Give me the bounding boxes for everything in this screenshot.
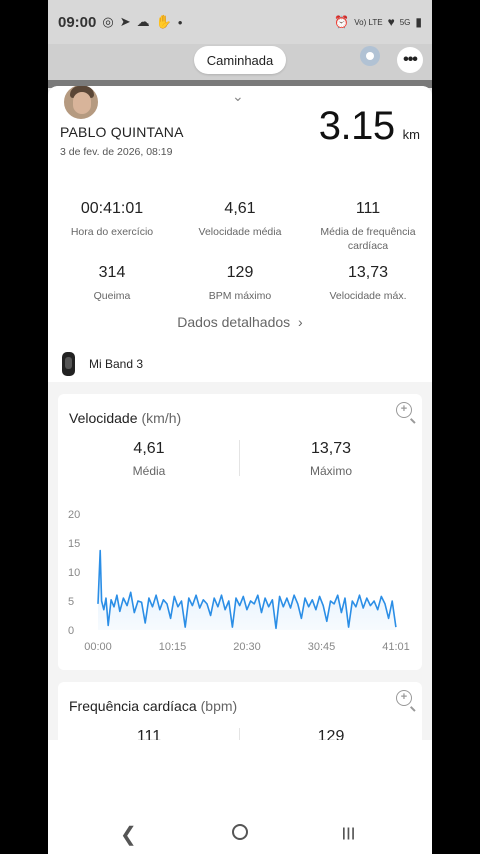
phone-screen: 09:00 ◎ ➤ ☁ ✋ • ⏰ Vo) LTE ♥ 5G ▮ Caminha… — [48, 0, 432, 854]
status-time: 09:00 — [58, 13, 97, 31]
speed-max-label: Máximo — [309, 464, 352, 478]
speed-max: 13,73 Máximo — [240, 440, 422, 478]
hr-max: 129 — [240, 728, 422, 740]
map-area[interactable]: Caminhada ••• — [48, 44, 432, 80]
distance: 3.15 km — [319, 104, 420, 149]
y-tick-label: 5 — [68, 596, 74, 608]
stat-value: 4,61 — [224, 200, 256, 217]
x-tick-label: 00:00 — [84, 641, 112, 652]
network-label: Vo) LTE — [354, 17, 383, 27]
divider — [239, 728, 240, 740]
stat-max-speed: 13,73 Velocidade máx. — [304, 264, 432, 303]
instagram-icon: ◎ — [102, 14, 114, 29]
activity-mode-pill[interactable]: Caminhada — [194, 46, 286, 74]
stat-label: Queima — [93, 290, 131, 302]
hr-avg: 111 — [58, 728, 240, 740]
hand-icon: ✋ — [155, 14, 172, 29]
more-options-button[interactable]: ••• — [397, 47, 423, 73]
alarm-icon: ⏰ — [334, 15, 350, 29]
location-marker-icon — [360, 46, 380, 66]
y-tick-label: 10 — [68, 567, 80, 579]
stat-max-bpm: 129 BPM máximo — [176, 264, 304, 303]
cloud-icon: ☁ — [136, 14, 150, 29]
stats-row-2: 314 Queima 129 BPM máximo 13,73 Velocida… — [48, 264, 432, 303]
stat-avg-speed: 4,61 Velocidade média — [176, 200, 304, 253]
hr-summary: 111 129 — [58, 728, 422, 740]
wifi-icon: ♥ — [387, 15, 395, 29]
chevron-down-icon[interactable]: ⌄ — [232, 88, 244, 105]
speed-max-value: 13,73 — [310, 440, 352, 457]
y-tick-label: 20 — [68, 509, 80, 521]
recent-apps-icon[interactable]: ||| — [342, 825, 356, 840]
distance-unit: km — [402, 127, 420, 142]
speed-area-fill — [98, 550, 396, 630]
distance-value: 3.15 — [318, 104, 395, 148]
y-tick-label: 0 — [68, 625, 74, 637]
speed-avg-value: 4,61 — [133, 440, 165, 457]
hr-card-title: Frequência cardíaca (bpm) — [69, 698, 237, 714]
speed-summary: 4,61 Média 13,73 Máximo — [58, 440, 422, 478]
device-info: Mi Band 3 — [62, 352, 143, 376]
stat-label: BPM máximo — [208, 290, 272, 302]
summary-panel: ⌄ PABLO QUINTANA 3 de fev. de 2026, 08:1… — [48, 86, 432, 382]
x-tick-label: 30:45 — [308, 641, 336, 652]
back-icon[interactable]: ❮ — [120, 822, 137, 847]
zoom-in-icon[interactable]: + — [396, 690, 412, 706]
zoom-in-icon[interactable]: + — [396, 402, 412, 418]
speed-chart[interactable]: 0 5 10 15 20 00:00 10:15 20:30 30:45 41:01 — [58, 502, 422, 652]
stat-value: 00:41:01 — [80, 200, 144, 217]
stat-value: 129 — [226, 264, 254, 281]
status-bar: 09:00 ◎ ➤ ☁ ✋ • ⏰ Vo) LTE ♥ 5G ▮ — [48, 0, 432, 44]
detailed-data-link[interactable]: Dados detalhados › — [48, 314, 432, 330]
stats-row-1: 00:41:01 Hora do exercício 4,61 Velocida… — [48, 200, 432, 253]
stat-label: Média de frequência cardíaca — [320, 226, 416, 252]
chevron-right-icon: › — [298, 314, 303, 330]
speed-card: Velocidade (km/h) + 4,61 Média 13,73 Máxi… — [58, 394, 422, 670]
telegram-icon: ➤ — [119, 14, 131, 29]
speed-title: Velocidade — [69, 410, 138, 426]
signal-label: 5G — [399, 17, 411, 27]
stat-avg-heart-rate: 111 Média de frequência cardíaca — [304, 200, 432, 253]
speed-card-title: Velocidade (km/h) — [69, 410, 181, 426]
detailed-data-label: Dados detalhados — [177, 314, 291, 330]
status-right: ⏰ Vo) LTE ♥ 5G ▮ — [334, 15, 422, 29]
hr-unit: (bpm) — [200, 698, 238, 714]
stat-calories: 314 Queima — [48, 264, 176, 303]
stat-label: Velocidade máx. — [329, 290, 407, 302]
user-name: PABLO QUINTANA — [60, 124, 184, 140]
home-icon[interactable] — [232, 824, 248, 840]
speed-avg: 4,61 Média — [58, 440, 240, 478]
stat-label: Hora do exercício — [70, 226, 154, 238]
navigation-bar: ❮ ||| — [48, 740, 432, 854]
speed-avg-label: Média — [132, 464, 166, 478]
workout-detail-sheet[interactable]: ⌄ PABLO QUINTANA 3 de fev. de 2026, 08:1… — [48, 86, 432, 740]
battery-icon: ▮ — [415, 15, 422, 29]
stat-label: Velocidade média — [198, 226, 282, 238]
band-icon — [62, 352, 75, 376]
heart-rate-card: Frequência cardíaca (bpm) + 111 129 — [58, 682, 422, 740]
divider — [239, 440, 240, 476]
stat-value: 13,73 — [347, 264, 389, 281]
y-tick-label: 15 — [68, 538, 80, 550]
x-tick-label: 20:30 — [233, 641, 261, 652]
avatar[interactable] — [62, 86, 100, 121]
device-name: Mi Band 3 — [89, 357, 144, 371]
hr-max-value: 129 — [317, 728, 345, 740]
dot-icon: • — [177, 14, 183, 30]
speed-unit: (km/h) — [141, 410, 182, 426]
workout-date: 3 de fev. de 2026, 08:19 — [60, 146, 173, 158]
stat-value: 314 — [98, 264, 126, 281]
stat-value: 111 — [355, 200, 381, 217]
hr-title: Frequência cardíaca — [69, 698, 197, 714]
x-tick-label: 10:15 — [159, 641, 187, 652]
hr-avg-value: 111 — [136, 728, 162, 740]
x-tick-label: 41:01 — [382, 641, 410, 652]
stat-exercise-time: 00:41:01 Hora do exercício — [48, 200, 176, 253]
